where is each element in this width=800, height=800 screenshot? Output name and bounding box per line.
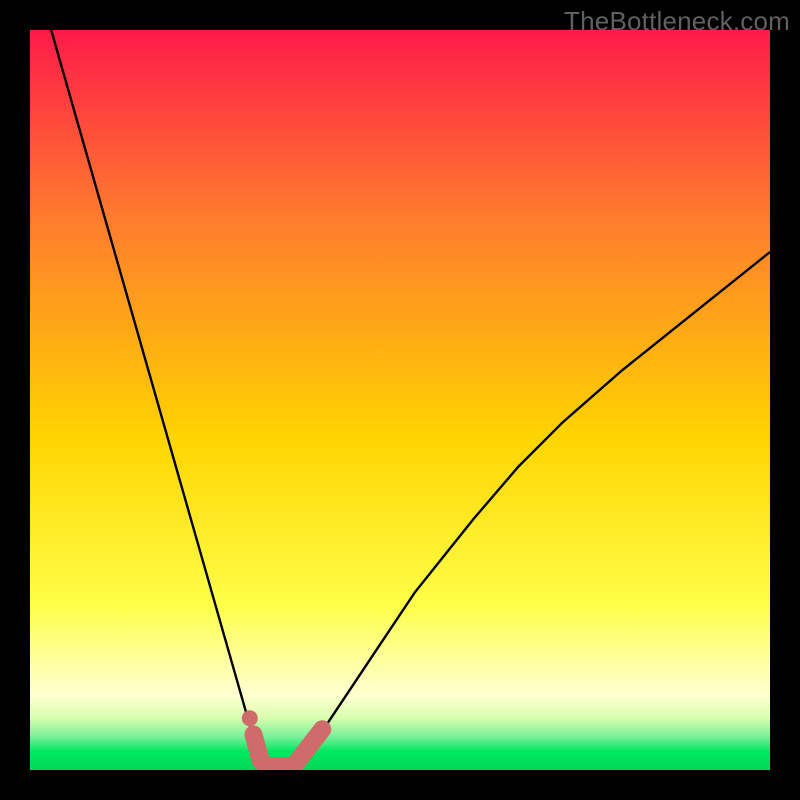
- chart-svg: [30, 30, 770, 770]
- left-marker-dot: [242, 710, 258, 726]
- left-marker-seg: [253, 734, 260, 761]
- bottleneck-curve: [30, 30, 770, 770]
- right-marker-seg: [296, 729, 322, 762]
- marker-group: [242, 710, 323, 766]
- plot-frame: [30, 30, 770, 770]
- watermark-text: TheBottleneck.com: [564, 6, 790, 37]
